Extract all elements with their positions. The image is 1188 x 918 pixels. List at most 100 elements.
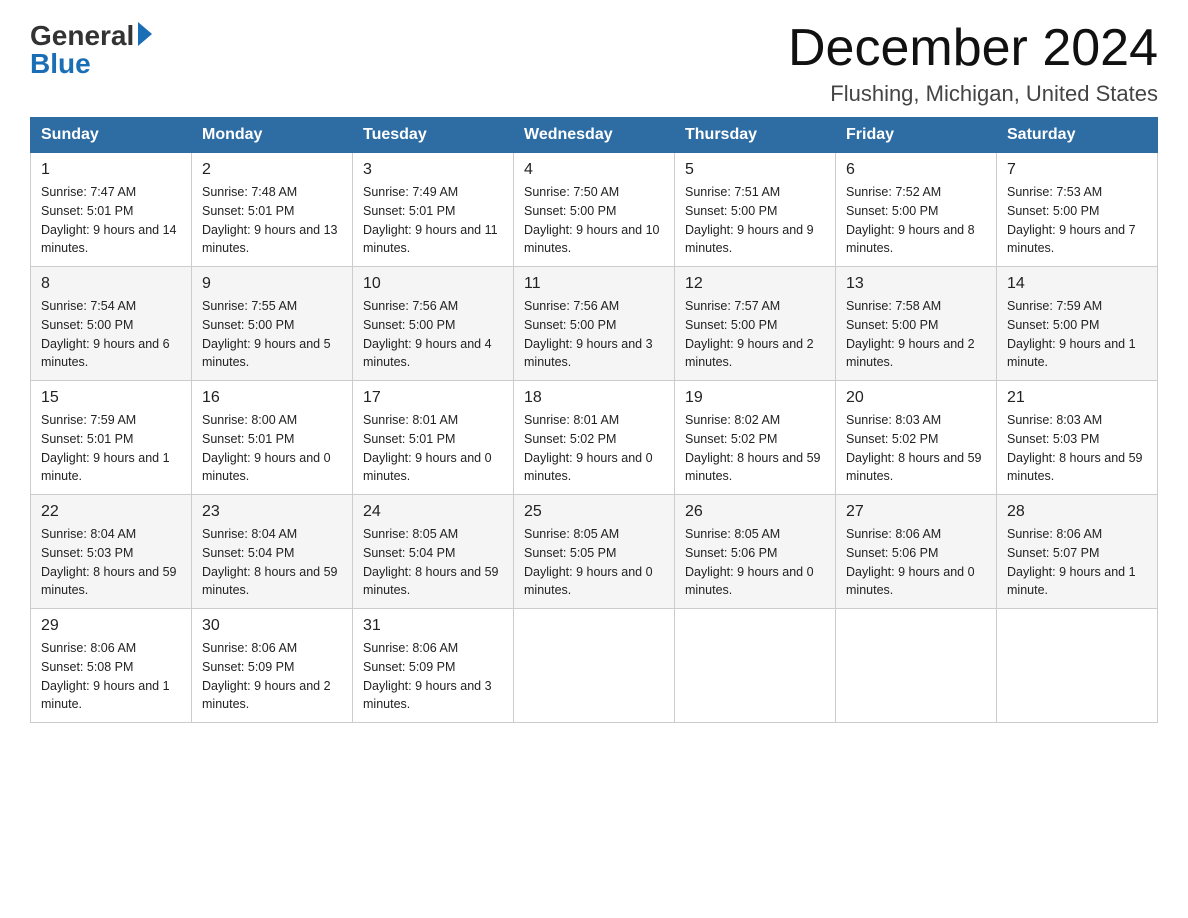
- day-info: Sunrise: 7:47 AM Sunset: 5:01 PM Dayligh…: [41, 183, 181, 258]
- day-info: Sunrise: 8:02 AM Sunset: 5:02 PM Dayligh…: [685, 411, 825, 486]
- calendar-cell: 17 Sunrise: 8:01 AM Sunset: 5:01 PM Dayl…: [353, 381, 514, 495]
- day-info: Sunrise: 8:04 AM Sunset: 5:03 PM Dayligh…: [41, 525, 181, 600]
- calendar-cell: 26 Sunrise: 8:05 AM Sunset: 5:06 PM Dayl…: [675, 495, 836, 609]
- calendar-cell: 3 Sunrise: 7:49 AM Sunset: 5:01 PM Dayli…: [353, 153, 514, 267]
- day-number: 18: [524, 389, 664, 407]
- calendar-cell: 1 Sunrise: 7:47 AM Sunset: 5:01 PM Dayli…: [31, 153, 192, 267]
- day-info: Sunrise: 8:00 AM Sunset: 5:01 PM Dayligh…: [202, 411, 342, 486]
- day-info: Sunrise: 8:05 AM Sunset: 5:06 PM Dayligh…: [685, 525, 825, 600]
- day-number: 29: [41, 617, 181, 635]
- calendar-header-friday: Friday: [836, 118, 997, 153]
- day-info: Sunrise: 8:06 AM Sunset: 5:07 PM Dayligh…: [1007, 525, 1147, 600]
- day-info: Sunrise: 8:03 AM Sunset: 5:02 PM Dayligh…: [846, 411, 986, 486]
- calendar-cell: 23 Sunrise: 8:04 AM Sunset: 5:04 PM Dayl…: [192, 495, 353, 609]
- calendar-week-5: 29 Sunrise: 8:06 AM Sunset: 5:08 PM Dayl…: [31, 609, 1158, 723]
- calendar-cell: [997, 609, 1158, 723]
- calendar-cell: 18 Sunrise: 8:01 AM Sunset: 5:02 PM Dayl…: [514, 381, 675, 495]
- day-number: 17: [363, 389, 503, 407]
- day-info: Sunrise: 7:56 AM Sunset: 5:00 PM Dayligh…: [524, 297, 664, 372]
- day-number: 25: [524, 503, 664, 521]
- day-info: Sunrise: 7:59 AM Sunset: 5:00 PM Dayligh…: [1007, 297, 1147, 372]
- day-number: 21: [1007, 389, 1147, 407]
- day-number: 20: [846, 389, 986, 407]
- calendar-header-wednesday: Wednesday: [514, 118, 675, 153]
- calendar-cell: 25 Sunrise: 8:05 AM Sunset: 5:05 PM Dayl…: [514, 495, 675, 609]
- calendar-header-tuesday: Tuesday: [353, 118, 514, 153]
- calendar-cell: 7 Sunrise: 7:53 AM Sunset: 5:00 PM Dayli…: [997, 153, 1158, 267]
- day-info: Sunrise: 8:06 AM Sunset: 5:09 PM Dayligh…: [363, 639, 503, 714]
- calendar-cell: 12 Sunrise: 7:57 AM Sunset: 5:00 PM Dayl…: [675, 267, 836, 381]
- day-number: 13: [846, 275, 986, 293]
- month-title: December 2024: [788, 20, 1158, 77]
- calendar-cell: 24 Sunrise: 8:05 AM Sunset: 5:04 PM Dayl…: [353, 495, 514, 609]
- calendar-header-monday: Monday: [192, 118, 353, 153]
- page-header: General Blue December 2024 Flushing, Mic…: [30, 20, 1158, 107]
- location-title: Flushing, Michigan, United States: [788, 81, 1158, 107]
- logo-blue-text: Blue: [30, 48, 91, 80]
- day-number: 26: [685, 503, 825, 521]
- calendar-cell: 19 Sunrise: 8:02 AM Sunset: 5:02 PM Dayl…: [675, 381, 836, 495]
- day-number: 7: [1007, 161, 1147, 179]
- day-number: 22: [41, 503, 181, 521]
- calendar-header-sunday: Sunday: [31, 118, 192, 153]
- calendar-cell: [836, 609, 997, 723]
- calendar-cell: 2 Sunrise: 7:48 AM Sunset: 5:01 PM Dayli…: [192, 153, 353, 267]
- calendar-cell: 6 Sunrise: 7:52 AM Sunset: 5:00 PM Dayli…: [836, 153, 997, 267]
- calendar-cell: 5 Sunrise: 7:51 AM Sunset: 5:00 PM Dayli…: [675, 153, 836, 267]
- day-number: 14: [1007, 275, 1147, 293]
- calendar-cell: [675, 609, 836, 723]
- day-number: 19: [685, 389, 825, 407]
- day-info: Sunrise: 7:55 AM Sunset: 5:00 PM Dayligh…: [202, 297, 342, 372]
- calendar-cell: [514, 609, 675, 723]
- day-number: 2: [202, 161, 342, 179]
- day-info: Sunrise: 8:06 AM Sunset: 5:06 PM Dayligh…: [846, 525, 986, 600]
- day-number: 31: [363, 617, 503, 635]
- day-number: 4: [524, 161, 664, 179]
- calendar-body: 1 Sunrise: 7:47 AM Sunset: 5:01 PM Dayli…: [31, 153, 1158, 723]
- calendar-cell: 28 Sunrise: 8:06 AM Sunset: 5:07 PM Dayl…: [997, 495, 1158, 609]
- day-number: 12: [685, 275, 825, 293]
- day-info: Sunrise: 8:03 AM Sunset: 5:03 PM Dayligh…: [1007, 411, 1147, 486]
- calendar-cell: 14 Sunrise: 7:59 AM Sunset: 5:00 PM Dayl…: [997, 267, 1158, 381]
- day-info: Sunrise: 7:49 AM Sunset: 5:01 PM Dayligh…: [363, 183, 503, 258]
- calendar-cell: 20 Sunrise: 8:03 AM Sunset: 5:02 PM Dayl…: [836, 381, 997, 495]
- day-info: Sunrise: 7:50 AM Sunset: 5:00 PM Dayligh…: [524, 183, 664, 258]
- calendar-cell: 16 Sunrise: 8:00 AM Sunset: 5:01 PM Dayl…: [192, 381, 353, 495]
- day-number: 8: [41, 275, 181, 293]
- day-info: Sunrise: 8:06 AM Sunset: 5:08 PM Dayligh…: [41, 639, 181, 714]
- calendar-cell: 29 Sunrise: 8:06 AM Sunset: 5:08 PM Dayl…: [31, 609, 192, 723]
- calendar-header-row: SundayMondayTuesdayWednesdayThursdayFrid…: [31, 118, 1158, 153]
- day-info: Sunrise: 7:56 AM Sunset: 5:00 PM Dayligh…: [363, 297, 503, 372]
- calendar-cell: 27 Sunrise: 8:06 AM Sunset: 5:06 PM Dayl…: [836, 495, 997, 609]
- day-number: 10: [363, 275, 503, 293]
- day-number: 24: [363, 503, 503, 521]
- day-info: Sunrise: 7:54 AM Sunset: 5:00 PM Dayligh…: [41, 297, 181, 372]
- calendar-cell: 30 Sunrise: 8:06 AM Sunset: 5:09 PM Dayl…: [192, 609, 353, 723]
- calendar-cell: 11 Sunrise: 7:56 AM Sunset: 5:00 PM Dayl…: [514, 267, 675, 381]
- day-number: 30: [202, 617, 342, 635]
- calendar-table: SundayMondayTuesdayWednesdayThursdayFrid…: [30, 117, 1158, 723]
- day-number: 6: [846, 161, 986, 179]
- calendar-header-saturday: Saturday: [997, 118, 1158, 153]
- calendar-cell: 10 Sunrise: 7:56 AM Sunset: 5:00 PM Dayl…: [353, 267, 514, 381]
- calendar-week-1: 1 Sunrise: 7:47 AM Sunset: 5:01 PM Dayli…: [31, 153, 1158, 267]
- day-info: Sunrise: 8:04 AM Sunset: 5:04 PM Dayligh…: [202, 525, 342, 600]
- day-info: Sunrise: 7:48 AM Sunset: 5:01 PM Dayligh…: [202, 183, 342, 258]
- day-number: 1: [41, 161, 181, 179]
- calendar-cell: 21 Sunrise: 8:03 AM Sunset: 5:03 PM Dayl…: [997, 381, 1158, 495]
- day-info: Sunrise: 7:58 AM Sunset: 5:00 PM Dayligh…: [846, 297, 986, 372]
- day-info: Sunrise: 8:01 AM Sunset: 5:02 PM Dayligh…: [524, 411, 664, 486]
- day-number: 11: [524, 275, 664, 293]
- day-info: Sunrise: 7:52 AM Sunset: 5:00 PM Dayligh…: [846, 183, 986, 258]
- calendar-cell: 15 Sunrise: 7:59 AM Sunset: 5:01 PM Dayl…: [31, 381, 192, 495]
- day-info: Sunrise: 7:53 AM Sunset: 5:00 PM Dayligh…: [1007, 183, 1147, 258]
- calendar-cell: 13 Sunrise: 7:58 AM Sunset: 5:00 PM Dayl…: [836, 267, 997, 381]
- calendar-week-3: 15 Sunrise: 7:59 AM Sunset: 5:01 PM Dayl…: [31, 381, 1158, 495]
- calendar-cell: 9 Sunrise: 7:55 AM Sunset: 5:00 PM Dayli…: [192, 267, 353, 381]
- day-number: 23: [202, 503, 342, 521]
- day-info: Sunrise: 8:05 AM Sunset: 5:05 PM Dayligh…: [524, 525, 664, 600]
- day-info: Sunrise: 7:51 AM Sunset: 5:00 PM Dayligh…: [685, 183, 825, 258]
- calendar-cell: 31 Sunrise: 8:06 AM Sunset: 5:09 PM Dayl…: [353, 609, 514, 723]
- calendar-week-4: 22 Sunrise: 8:04 AM Sunset: 5:03 PM Dayl…: [31, 495, 1158, 609]
- day-info: Sunrise: 8:05 AM Sunset: 5:04 PM Dayligh…: [363, 525, 503, 600]
